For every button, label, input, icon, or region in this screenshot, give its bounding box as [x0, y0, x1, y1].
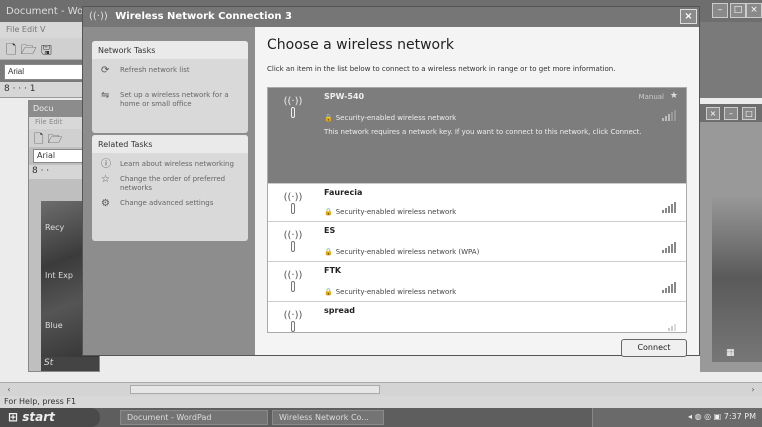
- task-label: Set up a wireless network for a home or …: [120, 91, 229, 108]
- dialog-close-button[interactable]: ×: [680, 9, 697, 24]
- open-folder-icon[interactable]: 🗁: [21, 43, 37, 58]
- related-tasks-panel: Related Tasks ⓘ Learn about wireless net…: [92, 135, 248, 241]
- change-advanced-settings[interactable]: ⚙ Change advanced settings: [92, 196, 248, 211]
- save-icon[interactable]: 🖫: [41, 43, 52, 58]
- wireless-antenna-icon: ((·)): [276, 96, 310, 122]
- ruler: 8 · · · 1: [0, 82, 90, 98]
- network-list: ((·)) SPW-540 Manual ★ 🔒 Security-enabled…: [267, 87, 687, 333]
- learn-about-wireless[interactable]: ⓘ Learn about wireless networking: [92, 157, 248, 172]
- security-label: 🔒 Security-enabled wireless network (WPA): [324, 248, 480, 256]
- new-document-icon[interactable]: 🗋: [6, 43, 16, 58]
- wordpad-menu-bar[interactable]: File Edit V: [0, 22, 90, 38]
- settings-icon: ⚙: [101, 198, 110, 209]
- network-name: FTK: [324, 266, 342, 275]
- favorite-star-icon: ★: [669, 91, 678, 101]
- network-item[interactable]: ((·)) spread: [268, 302, 686, 332]
- lock-icon: 🔒: [324, 248, 333, 256]
- wireless-antenna-icon: ((·)): [276, 310, 310, 332]
- minimize-icon[interactable]: –: [712, 3, 728, 18]
- open-folder-icon[interactable]: 🗁: [47, 132, 62, 146]
- dialog-title-bar: ((·)) Wireless Network Connection 3 ×: [83, 7, 699, 27]
- instructions: Click an item in the list below to conne…: [267, 65, 616, 73]
- windows-logo-icon: ⊞: [8, 410, 19, 424]
- wireless-dialog: ((·)) Wireless Network Connection 3 × Ne…: [82, 6, 700, 357]
- desktop-label: Recy: [45, 223, 65, 232]
- lock-icon: 🔒: [324, 208, 333, 216]
- network-item-selected[interactable]: ((·)) SPW-540 Manual ★ 🔒 Security-enabled…: [268, 88, 686, 184]
- network-item[interactable]: ((·)) Faurecia 🔒 Security-enabled wireles…: [268, 184, 686, 222]
- desktop-label: Int Exp: [45, 271, 73, 280]
- start-label: start: [22, 410, 55, 424]
- wireless-antenna-icon: ((·)): [276, 230, 310, 256]
- taskbar-button-wireless[interactable]: Wireless Network Co...: [272, 410, 384, 425]
- start-button[interactable]: ⊞ start: [0, 408, 100, 427]
- scroll-right-icon[interactable]: ›: [746, 383, 760, 396]
- signal-strength-icon: [662, 282, 676, 293]
- wordpad-toolbar: 🗋 🗁 🖫: [0, 38, 90, 60]
- tray-icons[interactable]: ◂ ◍ ◎ ▣: [688, 412, 724, 421]
- close-icon[interactable]: ×: [706, 107, 720, 120]
- task-label: Learn about wireless networking: [120, 160, 234, 168]
- new-document-icon[interactable]: 🗋: [34, 132, 44, 146]
- network-description: This network requires a network key. If …: [324, 128, 642, 136]
- keyboard-icon: ▦: [726, 348, 735, 358]
- desktop-label: Blue: [45, 321, 63, 330]
- change-network-order[interactable]: ☆ Change the order of preferred networks: [92, 172, 248, 196]
- task-pane: Network Tasks ⟳ Refresh network list ⇋ S…: [83, 27, 255, 355]
- task-label: Refresh network list: [120, 66, 190, 74]
- setup-icon: ⇋: [101, 90, 110, 101]
- signal-strength-icon: [662, 110, 676, 121]
- info-icon: ⓘ: [101, 159, 111, 170]
- signal-strength-icon: [662, 242, 676, 253]
- taskbar: ⊞ start Document - WordPad Wireless Netw…: [0, 408, 762, 427]
- preview-taskbar: St: [41, 357, 99, 371]
- related-tasks-header: Related Tasks: [92, 135, 248, 153]
- lock-icon: 🔒: [324, 288, 333, 296]
- wireless-antenna-icon: ((·)): [276, 192, 310, 218]
- lock-icon: 🔒: [324, 114, 333, 122]
- dialog-title: Wireless Network Connection 3: [115, 11, 292, 22]
- signal-strength-icon: [662, 202, 676, 213]
- refresh-network-list[interactable]: ⟳ Refresh network list: [92, 63, 248, 78]
- task-label: Change advanced settings: [120, 199, 214, 207]
- network-name: SPW-540: [324, 92, 365, 101]
- security-label: 🔒 Security-enabled wireless network: [324, 208, 457, 216]
- wireless-icon: ((·)): [89, 11, 108, 22]
- right-preview-image: ▦: [712, 194, 762, 362]
- network-name: spread: [324, 306, 355, 315]
- taskbar-button-wordpad[interactable]: Document - WordPad: [120, 410, 268, 425]
- minimize-icon[interactable]: –: [724, 107, 738, 120]
- connection-status: Manual: [638, 93, 664, 101]
- security-label: 🔒 Security-enabled wireless network: [324, 114, 457, 122]
- font-select[interactable]: Arial: [4, 64, 84, 80]
- maximize-icon[interactable]: □: [742, 107, 756, 120]
- network-name: Faurecia: [324, 188, 363, 197]
- scroll-left-icon[interactable]: ‹: [2, 383, 16, 396]
- security-label: 🔒 Security-enabled wireless network: [324, 288, 457, 296]
- clock: 7:37 PM: [723, 412, 756, 421]
- signal-strength-icon: [668, 324, 676, 331]
- maximize-icon[interactable]: □: [730, 3, 746, 18]
- close-icon[interactable]: ×: [746, 3, 762, 18]
- refresh-icon: ⟳: [101, 65, 110, 76]
- star-icon: ☆: [101, 174, 110, 185]
- network-tasks-header: Network Tasks: [92, 41, 248, 59]
- task-label: Change the order of preferred networks: [120, 175, 226, 192]
- wireless-antenna-icon: ((·)): [276, 270, 310, 296]
- connect-button[interactable]: Connect: [621, 339, 687, 357]
- right-title-bar: × – □: [700, 104, 762, 122]
- page-title: Choose a wireless network: [267, 37, 454, 53]
- scroll-thumb[interactable]: [130, 385, 380, 394]
- status-bar: For Help, press F1: [0, 396, 762, 408]
- network-chooser: Choose a wireless network Click an item …: [255, 27, 699, 357]
- network-item[interactable]: ((·)) FTK 🔒 Security-enabled wireless net…: [268, 262, 686, 302]
- right-inner-window: × – □ ▦: [700, 104, 762, 372]
- horizontal-scrollbar[interactable]: ‹ ›: [0, 382, 762, 396]
- network-name: ES: [324, 226, 336, 235]
- setup-wireless-network[interactable]: ⇋ Set up a wireless network for a home o…: [92, 88, 248, 112]
- network-tasks-panel: Network Tasks ⟳ Refresh network list ⇋ S…: [92, 41, 248, 133]
- system-tray: ◂ ◍ ◎ ▣ 7:37 PM: [592, 408, 762, 427]
- network-item[interactable]: ((·)) ES 🔒 Security-enabled wireless netw…: [268, 222, 686, 262]
